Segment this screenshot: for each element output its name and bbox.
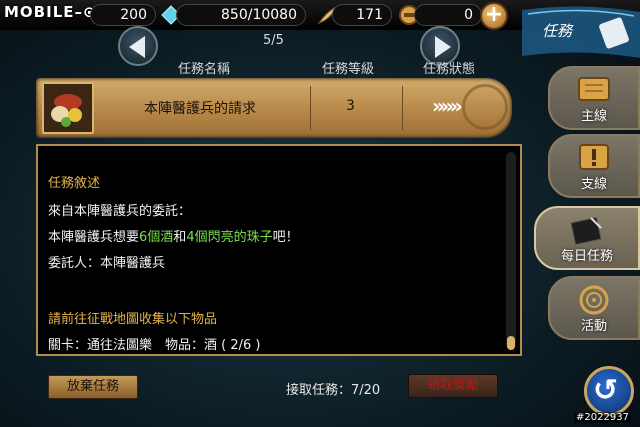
quest-row[interactable]: 本陣醫護兵的請求 3 »»»: [36, 78, 512, 138]
tab-side-quest-label: 支線: [580, 177, 607, 192]
exclamation-icon: [579, 144, 609, 170]
quest-name: 本陣醫護兵的請求: [144, 101, 256, 117]
row-divider: [402, 86, 403, 130]
scroll-icon: [578, 77, 610, 101]
header-quest-level: 任務等級: [322, 62, 375, 77]
page-indicator: 5/5: [263, 33, 284, 48]
tab-event[interactable]: 活動: [548, 276, 640, 340]
tab-daily-quest-label: 每日任務: [560, 249, 613, 264]
quest-items-icon: [44, 84, 92, 132]
accepted-quest-count: 接取任務：7/20: [286, 383, 381, 398]
coin-counter: 0: [414, 4, 482, 26]
header-quest-status: 任務狀態: [423, 62, 476, 77]
crystal-counter: 850/10080: [176, 4, 306, 26]
energy-counter: 200: [90, 4, 156, 26]
quest-status-arrows-icon: »»»: [432, 94, 463, 118]
watermark-logo: MOBILE–⊙: [4, 3, 96, 21]
detail-line: 來自本陣醫護兵的委託：: [48, 204, 192, 219]
claim-reward-button[interactable]: 領取獎勵: [408, 374, 498, 398]
quest-level: 3: [346, 98, 355, 114]
row-divider: [310, 86, 311, 130]
section-title-collect: 請前往征戰地圖收集以下物品: [48, 312, 218, 327]
tab-event-label: 活動: [580, 319, 607, 334]
section-title-description: 任務敘述: [48, 176, 101, 191]
tab-main-quest[interactable]: 主線: [548, 66, 640, 130]
quest-detail-panel[interactable]: 任務敘述 來自本陣醫護兵的委託： 本陣醫護兵想要6個酒和4個閃亮的珠子吧！ 委託…: [36, 144, 522, 356]
detail-line-stage: 關卡：通往法圖樂 物品：酒 ( 2/6 ): [48, 338, 261, 353]
panel-title: 任務: [542, 22, 573, 40]
tab-side-quest[interactable]: 支線: [548, 134, 640, 198]
image-id-label: #2022937: [574, 412, 631, 423]
status-ring: [462, 84, 508, 130]
return-button[interactable]: ↺: [584, 366, 634, 416]
add-currency-button[interactable]: +: [480, 2, 508, 30]
feather-counter: 171: [332, 4, 392, 26]
detail-line-client: 委託人：本陣醫護兵: [48, 256, 166, 271]
prev-page-button[interactable]: [118, 26, 158, 66]
chevron-right-icon: [435, 36, 451, 58]
chevron-left-icon: [129, 36, 145, 58]
detail-line-request: 本陣醫護兵想要6個酒和4個閃亮的珠子吧！: [48, 230, 299, 245]
return-arrow-icon: ↺: [593, 373, 619, 408]
header-quest-name: 任務名稱: [178, 62, 231, 77]
scrollbar-track[interactable]: [506, 152, 516, 350]
quest-title-emblem: [522, 6, 640, 59]
abandon-quest-button[interactable]: 放棄任務: [48, 375, 138, 399]
book-icon: [570, 216, 602, 246]
quest-portrait: [42, 82, 94, 134]
tab-daily-quest[interactable]: 每日任務: [534, 206, 640, 270]
scrollbar-thumb[interactable]: [507, 336, 515, 350]
tab-main-quest-label: 主線: [580, 109, 607, 124]
target-icon: [579, 285, 609, 315]
